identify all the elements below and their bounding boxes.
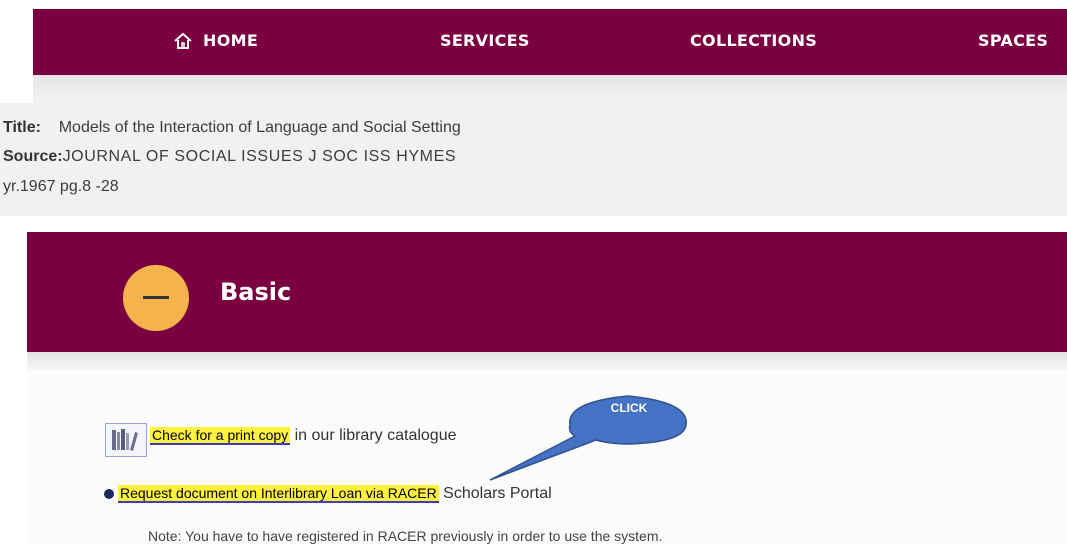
section-header: Basic <box>27 232 1067 352</box>
nav-home-link[interactable]: HOME <box>173 31 258 50</box>
click-callout-icon <box>489 395 687 481</box>
nav-spaces-link[interactable]: SPACES <box>978 31 1048 50</box>
nav-collections-label: COLLECTIONS <box>690 31 818 50</box>
print-copy-row: Check for a print copy in our library ca… <box>150 427 456 445</box>
section-header-shadow <box>27 352 1067 370</box>
nav-home-label: HOME <box>203 31 259 50</box>
print-copy-suffix: in our library catalogue <box>290 427 457 444</box>
callout-label: CLICK <box>610 401 648 415</box>
home-icon <box>174 32 192 49</box>
racer-request-link[interactable]: Request document on Interlibrary Loan vi… <box>118 485 439 503</box>
books-icon[interactable] <box>105 423 147 457</box>
source-row: Source:JOURNAL OF SOCIAL ISSUES J SOC IS… <box>3 148 456 166</box>
title-value: Models of the Interaction of Language an… <box>58 119 461 136</box>
nav-shadow-strip <box>33 75 1067 103</box>
nav-services-link[interactable]: SERVICES <box>440 31 530 50</box>
year-pages: yr.1967 pg.8 -28 <box>3 178 119 195</box>
title-row: Title: Models of the Interaction of Lang… <box>3 119 461 137</box>
racer-note: Note: You have to have registered in RAC… <box>148 528 663 544</box>
section-title: Basic <box>220 278 292 306</box>
minus-icon <box>143 296 169 299</box>
nav-spaces-label: SPACES <box>978 31 1049 50</box>
nav-collections-link[interactable]: COLLECTIONS <box>690 31 817 50</box>
collapse-toggle-button[interactable] <box>123 265 189 331</box>
source-value: JOURNAL OF SOCIAL ISSUES J SOC ISS HYMES <box>62 148 457 165</box>
top-navigation-bar: HOME SERVICES COLLECTIONS SPACES <box>33 9 1067 75</box>
nav-services-label: SERVICES <box>440 31 530 50</box>
source-label: Source: <box>3 148 63 165</box>
citation-record: Title: Models of the Interaction of Lang… <box>0 103 1067 216</box>
print-copy-link[interactable]: Check for a print copy <box>150 427 291 445</box>
title-label: Title: <box>3 119 41 136</box>
bullet-icon <box>104 488 114 499</box>
